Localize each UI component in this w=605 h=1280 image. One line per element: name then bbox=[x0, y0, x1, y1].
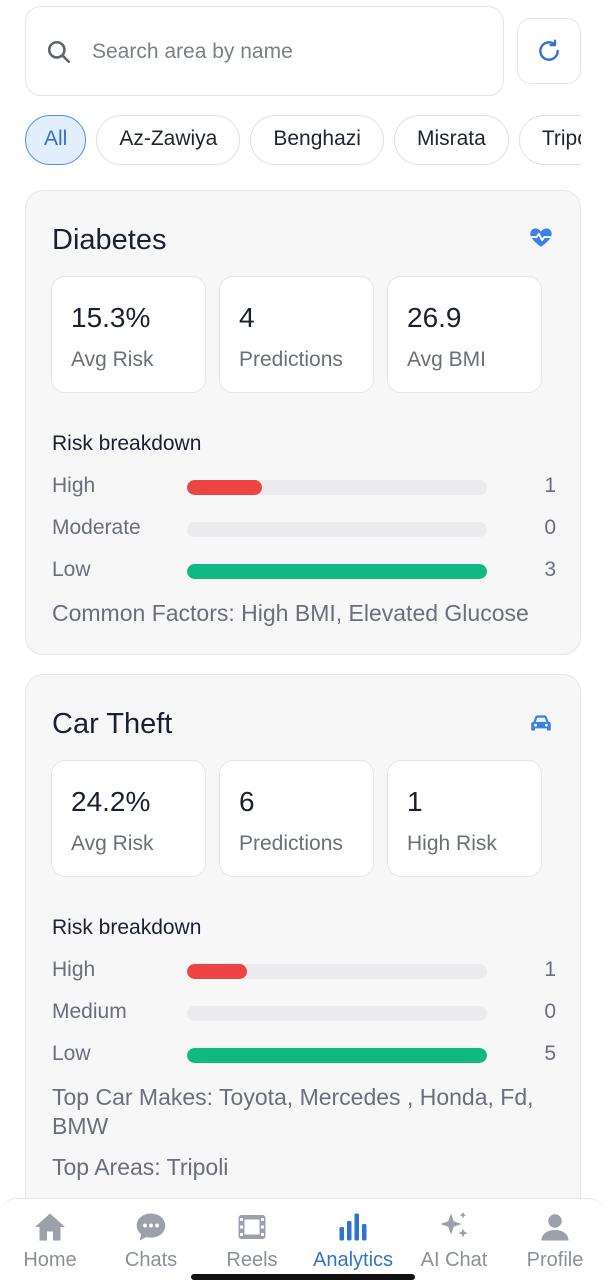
chip-tripoli[interactable]: Tripoli bbox=[518, 115, 581, 165]
breakdown-count: 1 bbox=[544, 958, 556, 981]
chip-all[interactable]: All bbox=[25, 115, 87, 165]
stat-value: 1 bbox=[407, 786, 423, 817]
car-icon bbox=[531, 715, 551, 731]
stat-predictions: 6 Predictions bbox=[219, 760, 374, 877]
breakdown-fill bbox=[187, 1048, 487, 1063]
breakdown-row-low: Low 5 bbox=[52, 1040, 556, 1070]
nav-reels[interactable]: Reels bbox=[202, 1209, 302, 1272]
breakdown-count: 1 bbox=[544, 474, 556, 497]
bottom-nav: Home Chats Reels Analytics AI Chat Profi… bbox=[0, 1198, 605, 1280]
breakdown-row-medium: Medium 0 bbox=[52, 998, 556, 1028]
refresh-icon bbox=[539, 39, 559, 61]
home-indicator bbox=[191, 1274, 415, 1280]
search-icon bbox=[47, 40, 71, 64]
top-areas: Top Areas: Tripoli bbox=[52, 1154, 229, 1180]
breakdown-track bbox=[187, 480, 487, 495]
nav-analytics[interactable]: Analytics bbox=[303, 1209, 403, 1272]
car-theft-card: Car Theft 24.2% Avg Risk 6 Predictions 1… bbox=[25, 674, 581, 1214]
breakdown-name: Medium bbox=[52, 1000, 127, 1023]
stat-avg-bmi: 26.9 Avg BMI bbox=[387, 276, 542, 393]
chip-benghazi[interactable]: Benghazi bbox=[250, 115, 384, 165]
chip-misrata[interactable]: Misrata bbox=[393, 115, 509, 165]
stat-avg-risk: 24.2% Avg Risk bbox=[51, 760, 206, 877]
nav-ai-chat[interactable]: AI Chat bbox=[404, 1209, 504, 1272]
card-title: Car Theft bbox=[52, 708, 173, 740]
home-icon bbox=[35, 1213, 65, 1241]
nav-label: Home bbox=[23, 1249, 77, 1271]
top-car-makes: Top Car Makes: Toyota, Mercedes , Honda,… bbox=[52, 1084, 534, 1139]
stat-value: 26.9 bbox=[407, 302, 462, 333]
breakdown-name: High bbox=[52, 958, 96, 981]
nav-label: Chats bbox=[124, 1249, 178, 1271]
breakdown-fill bbox=[187, 480, 262, 495]
breakdown-row-low: Low 3 bbox=[52, 556, 556, 586]
search-row bbox=[25, 6, 581, 96]
breakdown-count: 0 bbox=[544, 1000, 556, 1023]
nav-label: Analytics bbox=[312, 1249, 394, 1271]
breakdown-fill bbox=[187, 564, 487, 579]
breakdown-row-moderate: Moderate 0 bbox=[52, 514, 556, 544]
heartbeat-icon bbox=[530, 228, 552, 247]
nav-profile[interactable]: Profile bbox=[505, 1209, 605, 1272]
nav-label: Profile bbox=[526, 1249, 584, 1271]
search-box[interactable] bbox=[25, 6, 504, 96]
stat-label: High Risk bbox=[407, 832, 497, 855]
risk-breakdown-label: Risk breakdown bbox=[52, 916, 202, 939]
breakdown-fill bbox=[187, 964, 247, 979]
common-factors: Common Factors: High BMI, Elevated Gluco… bbox=[52, 600, 529, 626]
risk-breakdown-label: Risk breakdown bbox=[52, 432, 202, 455]
stat-label: Avg Risk bbox=[71, 348, 154, 371]
chip-az-zawiya[interactable]: Az-Zawiya bbox=[96, 115, 241, 165]
film-icon bbox=[238, 1215, 266, 1239]
area-filter-chips: AllAz-ZawiyaBenghaziMisrataTripoli bbox=[25, 115, 581, 167]
breakdown-name: Low bbox=[52, 558, 91, 581]
breakdown-track bbox=[187, 522, 487, 537]
stat-value: 15.3% bbox=[71, 302, 151, 333]
breakdown-name: Moderate bbox=[52, 516, 141, 539]
nav-label: Reels bbox=[226, 1249, 278, 1271]
stat-predictions: 4 Predictions bbox=[219, 276, 374, 393]
breakdown-track bbox=[187, 964, 487, 979]
breakdown-name: High bbox=[52, 474, 96, 497]
stat-label: Avg BMI bbox=[407, 348, 486, 371]
bar-chart-icon bbox=[339, 1213, 367, 1241]
person-icon bbox=[541, 1214, 569, 1241]
stat-value: 6 bbox=[239, 786, 255, 817]
nav-chats[interactable]: Chats bbox=[101, 1209, 201, 1272]
stat-high-risk: 1 High Risk bbox=[387, 760, 542, 877]
stat-value: 4 bbox=[239, 302, 255, 333]
sparkles-icon bbox=[440, 1212, 468, 1238]
breakdown-count: 3 bbox=[544, 558, 556, 581]
nav-home[interactable]: Home bbox=[0, 1209, 100, 1272]
stat-label: Predictions bbox=[239, 348, 343, 371]
stat-label: Avg Risk bbox=[71, 832, 154, 855]
diabetes-card: Diabetes 15.3% Avg Risk 4 Predictions 26… bbox=[25, 190, 581, 655]
stat-avg-risk: 15.3% Avg Risk bbox=[51, 276, 206, 393]
breakdown-count: 5 bbox=[544, 1042, 556, 1065]
stat-label: Predictions bbox=[239, 832, 343, 855]
breakdown-row-high: High 1 bbox=[52, 472, 556, 502]
breakdown-name: Low bbox=[52, 1042, 91, 1065]
breakdown-track bbox=[187, 1048, 487, 1063]
refresh-button[interactable] bbox=[517, 18, 581, 84]
nav-label: AI Chat bbox=[420, 1249, 488, 1271]
stat-value: 24.2% bbox=[71, 786, 151, 817]
search-input[interactable] bbox=[92, 35, 482, 69]
breakdown-row-high: High 1 bbox=[52, 956, 556, 986]
card-title: Diabetes bbox=[52, 224, 167, 256]
breakdown-track bbox=[187, 1006, 487, 1021]
breakdown-count: 0 bbox=[544, 516, 556, 539]
chat-bubble-icon bbox=[136, 1213, 166, 1241]
breakdown-track bbox=[187, 564, 487, 579]
